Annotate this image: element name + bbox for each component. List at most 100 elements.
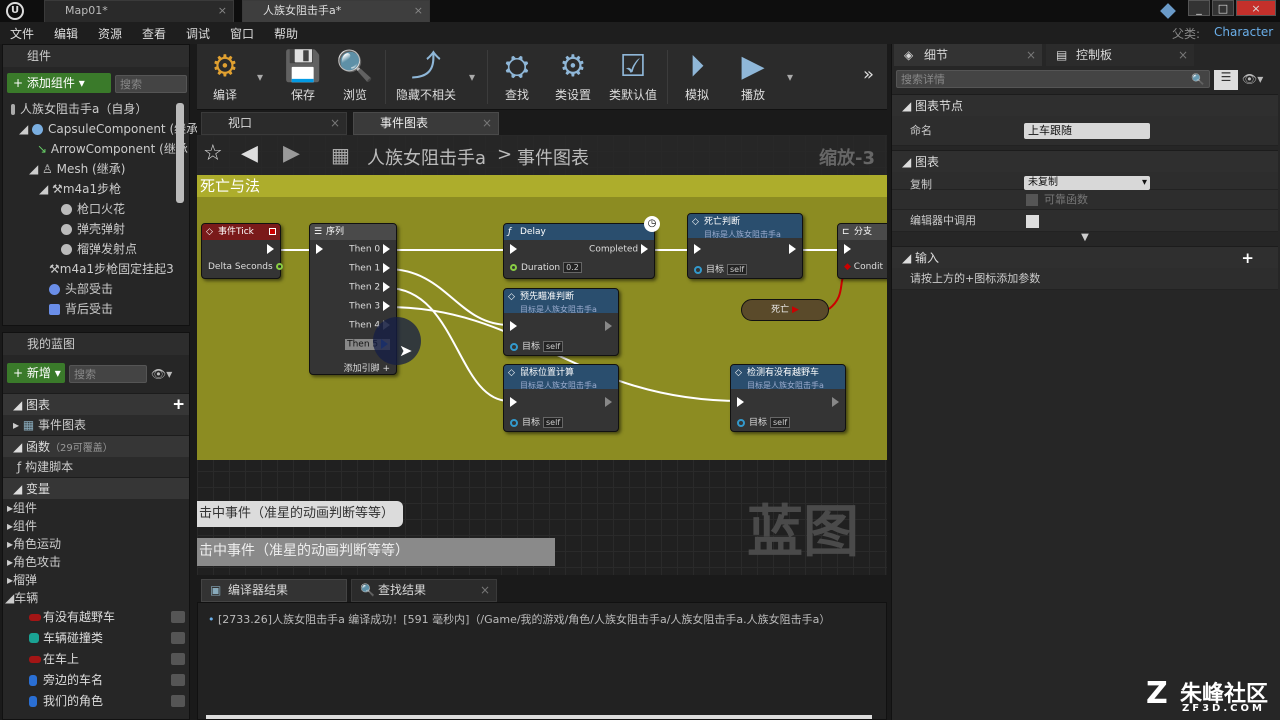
- offroad-check-node[interactable]: ◇ 检测有没有越野车 目标是人族女阻击手a 目标 self: [730, 364, 846, 432]
- eye-icon[interactable]: [171, 611, 185, 623]
- toolbar-overflow-icon[interactable]: »: [863, 64, 874, 85]
- close-icon[interactable]: ×: [414, 1, 423, 21]
- comment-bubble[interactable]: 击中事件（准星的动画判断等等）: [197, 501, 403, 527]
- event-tick-node[interactable]: ◇ 事件Tick Delta Seconds: [201, 223, 283, 279]
- add-variable-plus-icon[interactable]: +: [172, 393, 185, 415]
- compile-dropdown-icon[interactable]: ▾: [257, 70, 263, 84]
- play-button[interactable]: ▶ 播放: [725, 48, 781, 103]
- event-graph-item[interactable]: ▸ ▦ 事件图表: [3, 415, 189, 435]
- construction-script-item[interactable]: ƒ 构建脚本: [3, 457, 189, 477]
- category-item[interactable]: ▸角色运动: [3, 535, 189, 553]
- replicate-dropdown[interactable]: 未复制 ▾: [1024, 176, 1150, 190]
- tree-item-muzzle[interactable]: 枪口火花: [5, 199, 177, 219]
- variables-section[interactable]: ◢ 变量 +: [3, 395, 189, 499]
- add-pin-button[interactable]: 添加引脚 +: [344, 361, 390, 374]
- death-check-node[interactable]: ◇ 死亡判断 目标是人族女阻击手a 目标 self: [687, 213, 803, 279]
- menu-debug[interactable]: 调试: [186, 25, 210, 42]
- details-search-input[interactable]: 搜索详情 🔍: [896, 70, 1210, 88]
- tree-item-arrow[interactable]: ↘ ArrowComponent (继承: [5, 139, 188, 159]
- comment-box-header[interactable]: 击中事件（准星的动画判断等等）: [197, 538, 555, 566]
- then-0-pin[interactable]: Then 0: [349, 244, 390, 255]
- close-icon[interactable]: ×: [330, 113, 340, 134]
- eye-icon[interactable]: [171, 653, 185, 665]
- horizontal-scrollbar[interactable]: [206, 715, 872, 719]
- save-button[interactable]: 💾 保存: [275, 48, 331, 103]
- component-search-input[interactable]: 搜索: [115, 75, 187, 93]
- duration-pin[interactable]: Duration 0.2: [510, 262, 582, 273]
- expand-chevron-icon[interactable]: ▼: [892, 232, 1278, 246]
- variable-item[interactable]: 在车上: [3, 649, 189, 670]
- exec-out-pin[interactable]: [605, 397, 612, 408]
- tab-find-results[interactable]: 🔍 查找结果 ×: [351, 579, 497, 602]
- target-pin[interactable]: 目标 self: [737, 415, 791, 428]
- delegate-pin-icon[interactable]: [269, 228, 276, 235]
- add-component-button[interactable]: + 添加组件 ▾: [7, 73, 111, 93]
- close-icon[interactable]: ×: [1178, 44, 1188, 66]
- close-icon[interactable]: ×: [482, 113, 492, 134]
- delay-node[interactable]: ƒ Delay ◷ Completed Duration 0.2: [503, 216, 660, 279]
- target-pin[interactable]: 目标 self: [510, 339, 564, 352]
- category-item[interactable]: ▸榴弹: [3, 571, 189, 589]
- menu-file[interactable]: 文件: [10, 25, 34, 42]
- tree-item-self[interactable]: 人族女阻击手a（自身）: [5, 99, 177, 119]
- then-2-pin[interactable]: Then 2: [349, 282, 390, 293]
- tree-item-shell[interactable]: 弹壳弹射: [5, 219, 177, 239]
- category-item[interactable]: ▸组件: [3, 517, 189, 535]
- name-input[interactable]: 上车跟随: [1024, 123, 1150, 139]
- visibility-eye-icon[interactable]: 👁▾: [151, 367, 172, 381]
- branch-node[interactable]: ⊏ 分支 ◆ Condit: [837, 223, 887, 279]
- hide-unrelated-button[interactable]: ⤴ 隐藏不相关: [391, 48, 461, 103]
- tree-item-back-hit[interactable]: 背后受击: [5, 299, 177, 319]
- then-1-pin[interactable]: Then 1: [349, 263, 390, 274]
- aim-check-node[interactable]: ◇ 预先瞄准判断 目标是人族女阻击手a 目标 self: [503, 288, 619, 356]
- visibility-eye-icon[interactable]: 👁▾: [1242, 72, 1263, 86]
- tab-event-graph[interactable]: 事件图表 ×: [353, 112, 499, 135]
- find-button[interactable]: ⛭ 查找: [489, 48, 545, 103]
- tree-item-m4a1[interactable]: ◢ ⚒m4a1步枪: [5, 179, 177, 199]
- menu-window[interactable]: 窗口: [230, 25, 254, 42]
- new-button[interactable]: + 新增 ▾: [7, 363, 65, 383]
- tab-palette[interactable]: ▤ 控制板 ×: [1046, 44, 1194, 66]
- maximize-button[interactable]: □: [1212, 0, 1234, 16]
- tree-item-capsule[interactable]: ◢ CapsuleComponent (继承: [5, 119, 198, 139]
- tree-item-mesh[interactable]: ◢ ♙ Mesh (继承): [5, 159, 177, 179]
- play-dropdown-icon[interactable]: ▾: [787, 70, 793, 84]
- menu-help[interactable]: 帮助: [274, 25, 298, 42]
- variable-item[interactable]: 有没有越野车: [3, 607, 189, 628]
- view-options-icon[interactable]: ☰: [1214, 70, 1238, 90]
- hide-dropdown-icon[interactable]: ▾: [469, 70, 475, 84]
- close-window-button[interactable]: ×: [1236, 0, 1276, 16]
- close-icon[interactable]: ×: [1026, 44, 1036, 66]
- exec-in-pin[interactable]: [510, 244, 517, 255]
- death-variable-getter[interactable]: 死亡 ▶: [741, 299, 829, 321]
- tab-map01[interactable]: Map01* ×: [44, 0, 234, 22]
- tab-compiler-results[interactable]: ▣ 编译器结果: [201, 579, 347, 602]
- eye-icon[interactable]: [171, 695, 185, 707]
- exec-out-pin[interactable]: [605, 321, 612, 332]
- call-in-editor-checkbox[interactable]: [1026, 215, 1039, 228]
- exec-in-pin[interactable]: [510, 321, 517, 332]
- delta-seconds-pin[interactable]: Delta Seconds: [208, 262, 287, 272]
- exec-in-pin[interactable]: [694, 244, 701, 255]
- category-item[interactable]: ▸角色攻击: [3, 553, 189, 571]
- browse-button[interactable]: 🔍 浏览: [327, 48, 383, 103]
- compile-button[interactable]: ⚙ 编译: [197, 48, 253, 103]
- menu-view[interactable]: 查看: [142, 25, 166, 42]
- tree-item-head-hit[interactable]: 头部受击: [5, 279, 177, 299]
- tab-viewport[interactable]: 视口 ×: [201, 112, 347, 135]
- category-item[interactable]: ◢车辆: [3, 589, 189, 607]
- exec-out-pin[interactable]: [832, 397, 839, 408]
- inputs-section[interactable]: ◢ 输入 +: [892, 246, 1278, 268]
- simulate-button[interactable]: ⏵ 模拟: [669, 48, 725, 103]
- class-settings-button[interactable]: ⚙ 类设置: [545, 48, 601, 103]
- exec-out-pin[interactable]: [267, 244, 274, 255]
- tab-details[interactable]: ◈ 细节 ×: [894, 44, 1042, 66]
- graph-section[interactable]: ◢ 图表: [892, 150, 1278, 172]
- tree-item-grenade-point[interactable]: 榴弹发射点: [5, 239, 177, 259]
- target-pin[interactable]: 目标 self: [694, 262, 748, 275]
- exec-out-pin[interactable]: [789, 244, 796, 255]
- source-control-icon[interactable]: [1160, 3, 1176, 19]
- functions-section[interactable]: ◢ 函数（29可覆盖） +: [3, 395, 189, 457]
- exec-in-pin[interactable]: [844, 244, 851, 255]
- blueprint-search-input[interactable]: 搜索: [69, 365, 147, 383]
